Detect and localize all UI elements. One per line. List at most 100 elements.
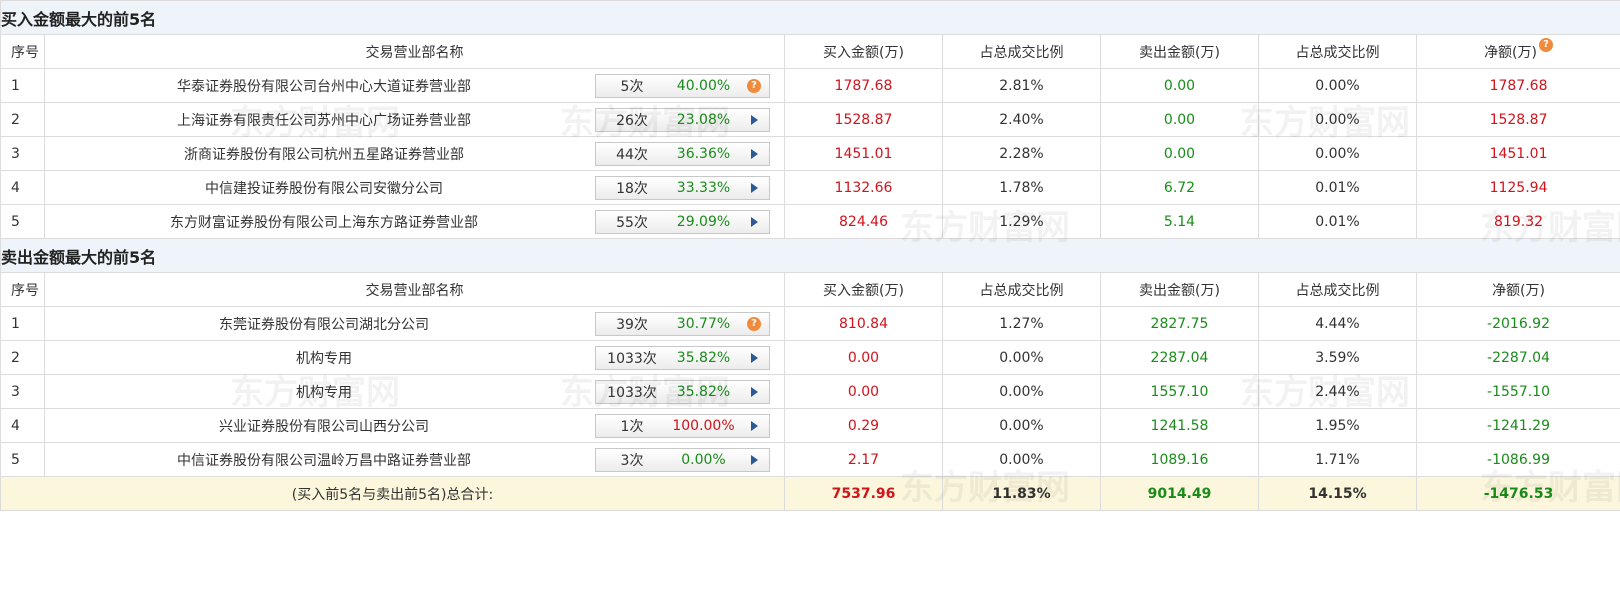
column-header: 占总成交比例 — [1258, 34, 1417, 69]
table-row: 1 华泰证券股份有限公司台州中心大道证券营业部 5次 40.00%? 1787.68 2.… — [0, 68, 1620, 103]
broker-cell: 中信证券股份有限公司温岭万昌中路证券营业部 3次 0.00% — [44, 442, 785, 477]
arrow-right-icon[interactable] — [747, 215, 761, 229]
broker-name[interactable]: 东方财富证券股份有限公司上海东方路证券营业部 — [53, 212, 595, 232]
sell-amount: 0.00 — [1100, 102, 1259, 137]
buy-percent: 0.00% — [942, 442, 1101, 477]
arrow-right-icon[interactable] — [747, 113, 761, 127]
rank-number: 4 — [0, 408, 45, 443]
question-mark-icon[interactable]: ? — [1539, 37, 1553, 52]
arrow-right-icon[interactable] — [747, 385, 761, 399]
arrow-right-icon[interactable] — [747, 181, 761, 195]
sell-percent: 4.44% — [1258, 306, 1417, 341]
broker-stats-box[interactable]: 18次 33.33% — [595, 175, 770, 200]
arrow-right-icon[interactable] — [747, 351, 761, 365]
triangle-glyph — [750, 114, 758, 125]
net-amount: -2016.92 — [1415, 306, 1620, 341]
listing-count: 55次 — [616, 214, 648, 231]
broker-name[interactable]: 机构专用 — [53, 348, 595, 368]
table-row: 3 机构专用 1033次 35.82% 0.00 0.00% 1557.10 2.44% -15… — [0, 374, 1620, 409]
arrow-right-icon[interactable] — [747, 147, 761, 161]
column-header: 买入金额(万) — [784, 272, 943, 307]
buy-percent: 2.40% — [942, 102, 1101, 137]
listing-count: 39次 — [616, 316, 648, 333]
broker-name[interactable]: 华泰证券股份有限公司台州中心大道证券营业部 — [53, 76, 595, 96]
win-rate: 30.77% — [676, 315, 731, 332]
total-sell: 9014.49 — [1100, 476, 1259, 511]
column-header-label: 净额(万) — [1484, 44, 1537, 61]
buy-amount: 1528.87 — [784, 102, 943, 137]
arrow-right-icon[interactable] — [747, 453, 761, 467]
buy-section-title: 买入金额最大的前5名 — [0, 0, 1620, 35]
sell-amount: 2287.04 — [1100, 340, 1259, 375]
broker-info: 中信证券股份有限公司温岭万昌中路证券营业部 3次 0.00% — [46, 444, 784, 476]
rank-number: 1 — [0, 68, 45, 103]
broker-name[interactable]: 兴业证券股份有限公司山西分公司 — [53, 416, 595, 436]
net-amount: -1241.29 — [1415, 408, 1620, 443]
column-header-label: 买入金额(万) — [823, 44, 904, 61]
column-header: 净额(万)? — [1415, 34, 1620, 69]
question-mark-icon[interactable]: ? — [747, 316, 761, 331]
sell-section-header: 卖出金额最大的前5名 — [0, 238, 1620, 273]
buy-percent: 2.28% — [942, 136, 1101, 171]
column-header: 序号 — [0, 272, 45, 307]
broker-cell: 东莞证券股份有限公司湖北分公司 39次 30.77%? — [44, 306, 785, 341]
net-amount: 1528.87 — [1415, 102, 1620, 137]
broker-stats-box[interactable]: 26次 23.08% — [595, 107, 770, 132]
table-row: 2 机构专用 1033次 35.82% 0.00 0.00% 2287.04 3.59% -22… — [0, 340, 1620, 375]
total-buy-percent: 11.83% — [942, 476, 1101, 511]
broker-info: 华泰证券股份有限公司台州中心大道证券营业部 5次 40.00%? — [46, 70, 784, 102]
sell-amount: 2827.75 — [1100, 306, 1259, 341]
sell-amount: 1089.16 — [1100, 442, 1259, 477]
buy-percent: 0.00% — [942, 340, 1101, 375]
rank-number: 3 — [0, 136, 45, 171]
column-header-label: 占总成交比例 — [1295, 282, 1380, 299]
broker-stats-box[interactable]: 1033次 35.82% — [595, 379, 770, 404]
broker-name[interactable]: 东莞证券股份有限公司湖北分公司 — [53, 314, 595, 334]
broker-stats-box[interactable]: 55次 29.09% — [595, 209, 770, 234]
question-mark-icon[interactable]: ? — [747, 78, 761, 93]
net-amount: 1125.94 — [1415, 170, 1620, 205]
broker-stats-box[interactable]: 1次 100.00% — [595, 413, 770, 438]
sell-section-title: 卖出金额最大的前5名 — [0, 238, 1620, 273]
broker-cell: 浙商证券股份有限公司杭州五星路证券营业部 44次 36.36% — [44, 136, 785, 171]
sell-amount: 6.72 — [1100, 170, 1259, 205]
broker-info: 机构专用 1033次 35.82% — [46, 342, 784, 374]
column-header-label: 占总成交比例 — [979, 282, 1064, 299]
broker-stats-box[interactable]: 5次 40.00%? — [595, 73, 770, 98]
buy-amount: 1451.01 — [784, 136, 943, 171]
win-rate: 35.82% — [676, 349, 731, 366]
question-mark-glyph: ? — [747, 78, 761, 93]
column-header-label: 卖出金额(万) — [1139, 282, 1220, 299]
broker-name[interactable]: 浙商证券股份有限公司杭州五星路证券营业部 — [53, 144, 595, 164]
column-header-label: 占总成交比例 — [1295, 44, 1380, 61]
total-row: (买入前5名与卖出前5名)总合计: 7537.96 11.83% 9014.49 14.… — [0, 476, 1620, 511]
win-rate: 0.00% — [681, 451, 726, 468]
broker-stats-box[interactable]: 39次 30.77%? — [595, 311, 770, 336]
column-header: 净额(万) — [1415, 272, 1620, 307]
broker-stats-box[interactable]: 3次 0.00% — [595, 447, 770, 472]
arrow-right-icon[interactable] — [747, 419, 761, 433]
net-amount: -1086.99 — [1415, 442, 1620, 477]
table-row: 2 上海证券有限责任公司苏州中心广场证券营业部 26次 23.08% 1528.87 2.… — [0, 102, 1620, 137]
listing-count: 5次 — [620, 78, 644, 95]
buy-amount: 810.84 — [784, 306, 943, 341]
broker-cell: 机构专用 1033次 35.82% — [44, 374, 785, 409]
broker-name[interactable]: 机构专用 — [53, 382, 595, 402]
broker-name[interactable]: 中信证券股份有限公司温岭万昌中路证券营业部 — [53, 450, 595, 470]
table-row: 4 中信建投证券股份有限公司安徽分公司 18次 33.33% 1132.66 1.78% 6… — [0, 170, 1620, 205]
broker-info: 上海证券有限责任公司苏州中心广场证券营业部 26次 23.08% — [46, 104, 784, 136]
column-header-label: 序号 — [11, 282, 39, 299]
broker-name[interactable]: 中信建投证券股份有限公司安徽分公司 — [53, 178, 595, 198]
column-header: 占总成交比例 — [942, 34, 1101, 69]
sell-percent: 0.00% — [1258, 102, 1417, 137]
broker-name[interactable]: 上海证券有限责任公司苏州中心广场证券营业部 — [53, 110, 595, 130]
buy-amount: 0.29 — [784, 408, 943, 443]
sell-percent: 0.01% — [1258, 170, 1417, 205]
triangle-glyph — [750, 148, 758, 159]
broker-stats-box[interactable]: 44次 36.36% — [595, 141, 770, 166]
win-rate: 36.36% — [676, 145, 731, 162]
listing-count: 3次 — [620, 452, 644, 469]
total-buy: 7537.96 — [784, 476, 943, 511]
table-row: 1 东莞证券股份有限公司湖北分公司 39次 30.77%? 810.84 1.27% 282… — [0, 306, 1620, 341]
broker-stats-box[interactable]: 1033次 35.82% — [595, 345, 770, 370]
